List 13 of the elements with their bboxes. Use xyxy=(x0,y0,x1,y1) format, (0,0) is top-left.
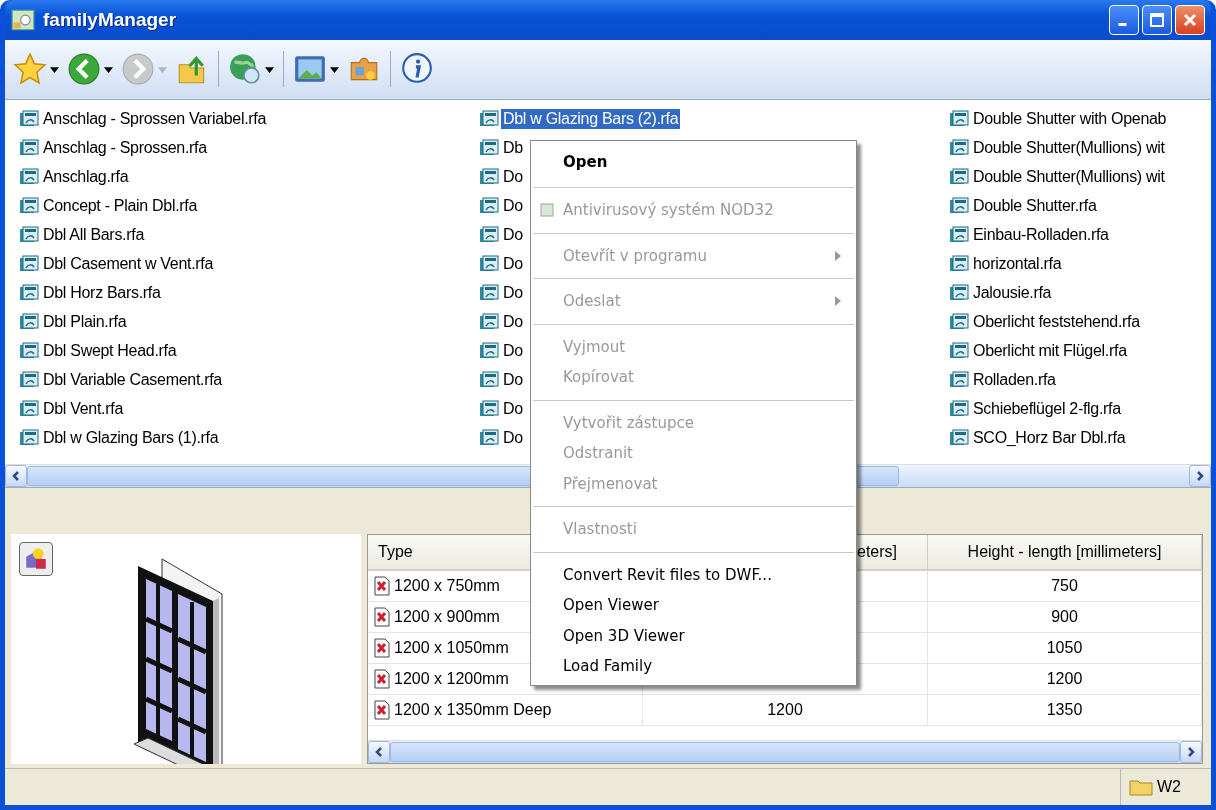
table-cell: 1200 x 900mm xyxy=(394,608,500,627)
table-cell: 1200 x 1350mm Deep xyxy=(394,701,552,720)
table-cell: 1200 x 1200mm xyxy=(394,670,509,689)
table-cell: 900 xyxy=(1051,608,1078,627)
table-cell: 1200 x 750mm xyxy=(394,577,500,596)
folder-name: W2 xyxy=(1157,778,1181,797)
table-cell: 1200 xyxy=(767,701,803,720)
table-cell: 1350 xyxy=(1046,701,1083,720)
window-title: familyManager xyxy=(43,8,178,31)
table-cell: 1200 x 1050mm xyxy=(394,639,509,658)
table-cell: 1050 xyxy=(1046,639,1083,658)
table-cell: 1200 xyxy=(1046,670,1083,689)
table-cell: 750 xyxy=(1051,577,1078,596)
